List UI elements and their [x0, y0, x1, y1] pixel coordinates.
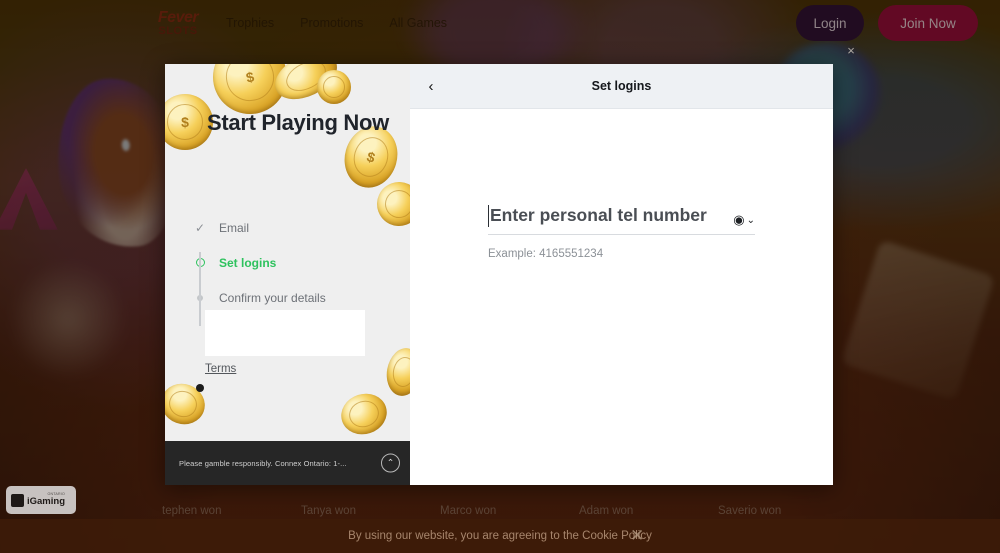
- check-icon: ✓: [194, 220, 206, 235]
- responsible-gaming-text: Please gamble responsibly. Connex Ontari…: [179, 458, 347, 468]
- responsible-gaming-footer: Please gamble responsibly. Connex Ontari…: [165, 441, 410, 485]
- step-end-dot-icon: [193, 384, 207, 392]
- terms-link[interactable]: Terms: [205, 363, 236, 375]
- modal-right-panel: ‹ Set logins ◉ ⌄ Example: 4165551234: [410, 64, 833, 485]
- registration-steps: ✓ Email Set logins Confirm your details: [193, 210, 393, 326]
- close-icon[interactable]: ×: [843, 42, 859, 58]
- back-button[interactable]: ‹: [418, 73, 444, 99]
- igaming-name-label: iGaming: [27, 496, 66, 508]
- contact-person-icon: ◉: [733, 212, 745, 227]
- tel-example-hint: Example: 4165551234: [488, 248, 604, 260]
- igaming-text: ONTARIO iGaming: [27, 493, 65, 506]
- chevron-up-icon: ⌃: [386, 457, 395, 468]
- tel-form: ◉ ⌄ Example: 4165551234: [410, 109, 833, 260]
- tel-number-input[interactable]: [488, 205, 730, 234]
- panel-title: Set logins: [591, 79, 652, 93]
- placeholder-box: [205, 310, 365, 356]
- step-email[interactable]: ✓ Email: [193, 210, 393, 245]
- scroll-to-top-button[interactable]: ⌃: [381, 453, 400, 473]
- contacts-picker-button[interactable]: ◉ ⌄: [730, 212, 755, 234]
- cookie-consent-bar: By using our website, you are agreeing t…: [0, 519, 1000, 553]
- coin-icon: [383, 345, 410, 399]
- modal-left-panel: $ $ $ Start Playing Now ✓ Email Set logi…: [165, 64, 410, 485]
- coin-icon: $: [165, 94, 213, 150]
- tel-input-row: ◉ ⌄: [488, 205, 755, 234]
- step-label: Set logins: [219, 255, 277, 270]
- step-set-logins[interactable]: Set logins: [193, 245, 393, 280]
- modal-title: Start Playing Now: [207, 110, 389, 135]
- text-cursor: [488, 205, 490, 227]
- cookie-consent-text: By using our website, you are agreeing t…: [348, 530, 652, 542]
- igaming-mark-icon: [11, 493, 24, 507]
- chevron-down-icon: ⌄: [746, 214, 755, 226]
- page-root: Fever SLOTS Trophies Promotions All Game…: [0, 0, 1000, 553]
- registration-modal: $ $ $ Start Playing Now ✓ Email Set logi…: [165, 64, 833, 485]
- cookie-close-icon[interactable]: ✕: [630, 526, 644, 546]
- tel-input-underline: [488, 234, 755, 235]
- coin-icon: [317, 70, 351, 104]
- step-label: Email: [219, 220, 250, 235]
- chevron-left-icon: ‹: [428, 77, 434, 95]
- igaming-ontario-badge[interactable]: ONTARIO iGaming: [6, 486, 76, 514]
- step-connector-line: [199, 252, 201, 326]
- panel-header: ‹ Set logins: [410, 64, 833, 109]
- step-label: Confirm your details: [219, 290, 326, 305]
- coin-icon: [335, 387, 393, 441]
